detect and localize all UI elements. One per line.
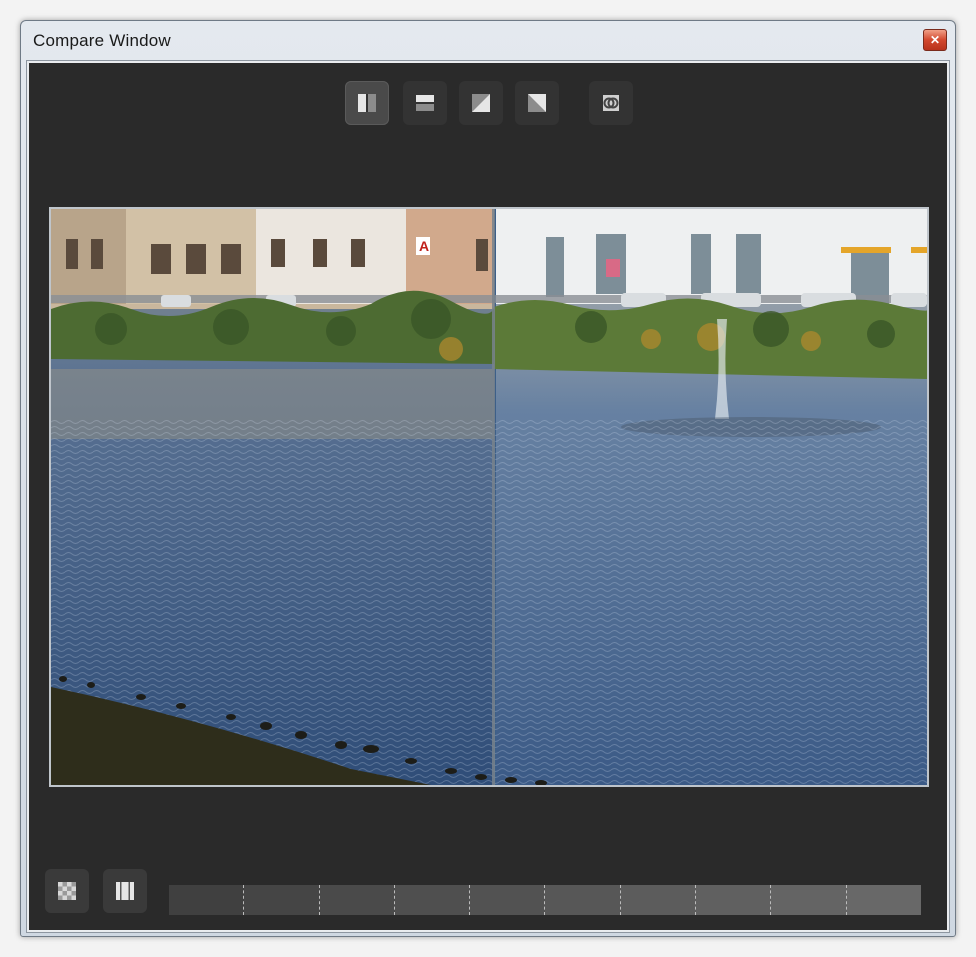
timeline-segment[interactable] — [771, 885, 847, 915]
close-icon: ✕ — [929, 33, 941, 47]
compare-window: Compare Window ✕ A — [20, 20, 956, 937]
split-divider-handle[interactable] — [492, 209, 495, 785]
timeline-segment[interactable] — [169, 885, 245, 915]
split-vertical-button[interactable] — [345, 81, 389, 125]
split-vertical-icon — [358, 94, 376, 112]
split-antidiagonal-button[interactable] — [515, 81, 559, 125]
split-horizontal-icon — [416, 95, 434, 111]
timeline-segment[interactable] — [244, 885, 320, 915]
link-views-button[interactable] — [589, 81, 633, 125]
checker-pattern-button[interactable] — [45, 869, 89, 913]
timeline-segment[interactable] — [545, 885, 621, 915]
timeline-segment[interactable] — [470, 885, 546, 915]
checker-pattern-icon — [58, 882, 76, 900]
close-button[interactable]: ✕ — [923, 29, 947, 51]
split-view-toggle-icon — [116, 882, 134, 900]
split-view-toggle-button[interactable] — [103, 869, 147, 913]
timeline-segment[interactable] — [846, 885, 921, 915]
split-diagonal-button[interactable] — [459, 81, 503, 125]
svg-text:A: A — [419, 238, 429, 254]
timeline-segment[interactable] — [394, 885, 471, 915]
image-compare-viewer[interactable]: A — [49, 207, 929, 787]
link-views-icon — [603, 95, 619, 111]
split-horizontal-button[interactable] — [403, 81, 447, 125]
timeline-segment[interactable] — [696, 885, 772, 915]
timeline-segment[interactable] — [319, 885, 395, 915]
title-bar[interactable]: Compare Window ✕ — [21, 21, 955, 61]
split-antidiagonal-icon — [528, 94, 546, 112]
compare-mode-toolbar — [29, 81, 947, 125]
timeline-segment[interactable] — [620, 885, 697, 915]
client-area: A — [26, 60, 950, 933]
split-diagonal-icon — [472, 94, 490, 112]
window-title: Compare Window — [33, 31, 171, 50]
compared-photo: A — [51, 209, 927, 785]
timeline-strip[interactable] — [169, 885, 921, 915]
